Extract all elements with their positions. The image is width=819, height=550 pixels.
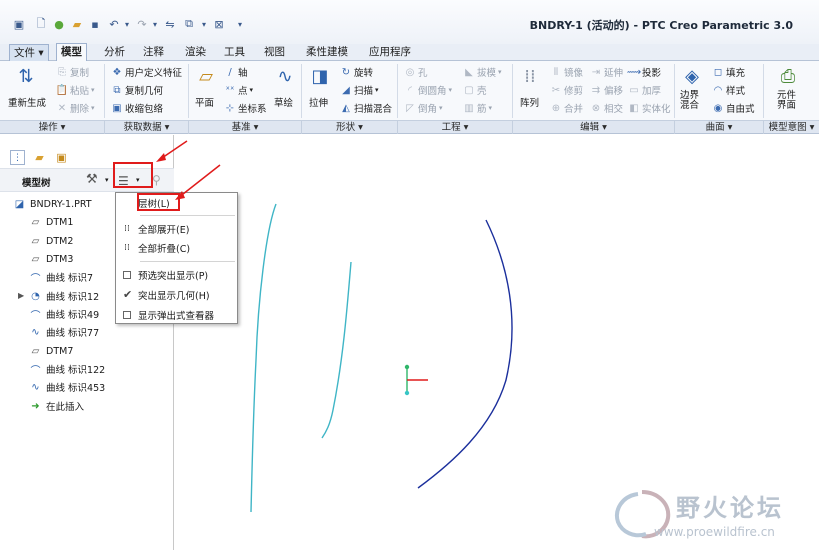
graphics-area[interactable] — [0, 0, 819, 550]
curve-1 — [250, 203, 277, 513]
watermark-url: www.proewildfire.cn — [654, 525, 775, 539]
curve-2 — [321, 261, 352, 439]
watermark-title: 野火论坛 — [676, 494, 784, 522]
curve-3 — [417, 219, 513, 489]
csys-icon — [404, 364, 428, 396]
